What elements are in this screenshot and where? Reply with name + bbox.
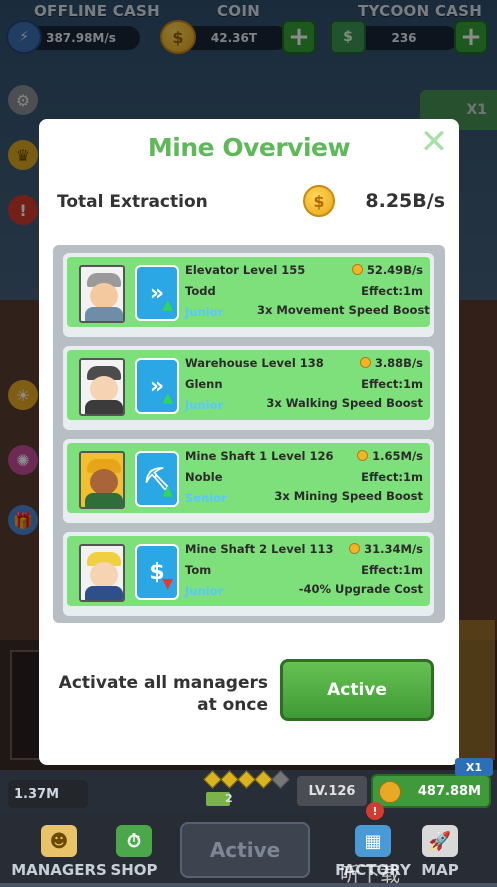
mine-overview-dialog: Mine Overview ✕ Total Extraction $ 8.25B… bbox=[39, 119, 459, 765]
total-extraction-label: Total Extraction bbox=[57, 192, 208, 212]
diamond-icon bbox=[220, 770, 239, 789]
level-badge[interactable]: LV.126 bbox=[297, 776, 367, 806]
dialog-title: Mine Overview bbox=[147, 133, 351, 162]
coin-icon bbox=[359, 357, 371, 368]
card-body: » ▲ Warehouse Level 138 Glenn Junior 3.88… bbox=[67, 350, 430, 420]
diamond-icon bbox=[271, 770, 290, 789]
manager-boost: 3x Walking Speed Boost bbox=[266, 396, 423, 410]
coin-icon: $ bbox=[303, 185, 335, 217]
manager-title: Elevator Level 155 bbox=[185, 263, 306, 277]
manager-income: 1.65M/s bbox=[327, 449, 423, 463]
coin-icon bbox=[351, 264, 363, 275]
skill-icon: $ ▼ bbox=[135, 544, 179, 600]
coin-icon bbox=[379, 781, 401, 803]
nav-managers[interactable]: ☻ MANAGERS bbox=[11, 812, 107, 883]
manager-title: Warehouse Level 138 bbox=[185, 356, 324, 370]
boost-up-icon: ▲ bbox=[162, 297, 173, 313]
coin-icon bbox=[349, 543, 361, 554]
close-icon[interactable]: ✕ bbox=[419, 125, 449, 159]
manager-rank: Senior bbox=[185, 491, 227, 505]
manager-card-warehouse[interactable]: » ▲ Warehouse Level 138 Glenn Junior 3.88… bbox=[63, 346, 434, 430]
manager-rank: Junior bbox=[185, 305, 224, 319]
manager-income: 31.34M/s bbox=[327, 542, 423, 556]
manager-income: 3.88B/s bbox=[327, 356, 423, 370]
factory-alert-badge: ! bbox=[366, 802, 384, 820]
manager-card-shaft-2[interactable]: $ ▼ Mine Shaft 2 Level 113 Tom Junior 31.… bbox=[63, 532, 434, 616]
nav-map[interactable]: 🚀 MAP bbox=[414, 812, 466, 883]
skill-icon: ⛏ ▲ bbox=[135, 451, 179, 507]
manager-title: Mine Shaft 1 Level 126 bbox=[185, 449, 334, 463]
map-icon: 🚀 bbox=[422, 825, 458, 857]
active-boost-button[interactable]: Active bbox=[180, 822, 310, 878]
manager-effect: Effect:1m bbox=[361, 470, 423, 484]
manager-income: 52.49B/s bbox=[327, 263, 423, 277]
skill-icon: » ▲ bbox=[135, 265, 179, 321]
manager-name: Glenn bbox=[185, 377, 223, 391]
manager-rank: Junior bbox=[185, 584, 224, 598]
manager-avatar bbox=[79, 358, 125, 416]
managers-icon: ☻ bbox=[41, 825, 77, 857]
manager-effect: Effect:1m bbox=[361, 377, 423, 391]
activate-all-label: Activate all managers at once bbox=[58, 673, 268, 715]
diamond-icon bbox=[237, 770, 256, 789]
manager-avatar bbox=[79, 544, 125, 602]
mine-cash-button[interactable]: 487.88M bbox=[371, 774, 491, 808]
left-cash-value: 1.37M bbox=[8, 780, 88, 808]
manager-boost: 3x Mining Speed Boost bbox=[274, 489, 423, 503]
manager-boost: -40% Upgrade Cost bbox=[298, 582, 423, 596]
manager-name: Noble bbox=[185, 470, 223, 484]
multiplier-badge[interactable]: X1 bbox=[455, 758, 493, 776]
boost-down-icon: ▼ bbox=[162, 576, 173, 592]
nav-shop[interactable]: ⏱ SHOP bbox=[104, 812, 164, 883]
factory-icon: ▦ bbox=[355, 825, 391, 857]
cart-count: 2 bbox=[225, 792, 233, 805]
level-progress-diamonds bbox=[203, 770, 296, 790]
manager-title: Mine Shaft 2 Level 113 bbox=[185, 542, 334, 556]
manager-name: Todd bbox=[185, 284, 216, 298]
manager-card-shaft-1[interactable]: ⛏ ▲ Mine Shaft 1 Level 126 Noble Senior 1… bbox=[63, 439, 434, 523]
total-extraction-value: 8.25B/s bbox=[365, 190, 445, 212]
skill-icon: » ▲ bbox=[135, 358, 179, 414]
manager-effect: Effect:1m bbox=[361, 284, 423, 298]
diamond-icon bbox=[254, 770, 273, 789]
card-body: $ ▼ Mine Shaft 2 Level 113 Tom Junior 31.… bbox=[67, 536, 430, 606]
manager-avatar bbox=[79, 451, 125, 509]
active-button[interactable]: Active bbox=[280, 659, 434, 721]
bottom-nav: ☻ MANAGERS ⏱ SHOP Active ▦ FACTORY ! 🚀 M… bbox=[0, 802, 497, 883]
boost-up-icon: ▲ bbox=[162, 390, 173, 406]
manager-boost: 3x Movement Speed Boost bbox=[257, 303, 430, 317]
card-body: » ▲ Elevator Level 155 Todd Junior 52.49B… bbox=[67, 257, 430, 327]
manager-name: Tom bbox=[185, 563, 212, 577]
shop-icon: ⏱ bbox=[116, 825, 152, 857]
boost-up-icon: ▲ bbox=[162, 483, 173, 499]
card-body: ⛏ ▲ Mine Shaft 1 Level 126 Noble Senior 1… bbox=[67, 443, 430, 513]
manager-card-elevator[interactable]: » ▲ Elevator Level 155 Todd Junior 52.49B… bbox=[63, 253, 434, 337]
diamond-icon bbox=[203, 770, 222, 789]
manager-effect: Effect:1m bbox=[361, 563, 423, 577]
bottom-hud: 1.37M 2 LV.126 487.88M X1 ☻ MANAGERS ⏱ S… bbox=[0, 758, 497, 886]
coin-icon bbox=[357, 450, 369, 461]
manager-avatar bbox=[79, 265, 125, 323]
manager-list: » ▲ Elevator Level 155 Todd Junior 52.49B… bbox=[53, 245, 445, 623]
manager-rank: Junior bbox=[185, 398, 224, 412]
